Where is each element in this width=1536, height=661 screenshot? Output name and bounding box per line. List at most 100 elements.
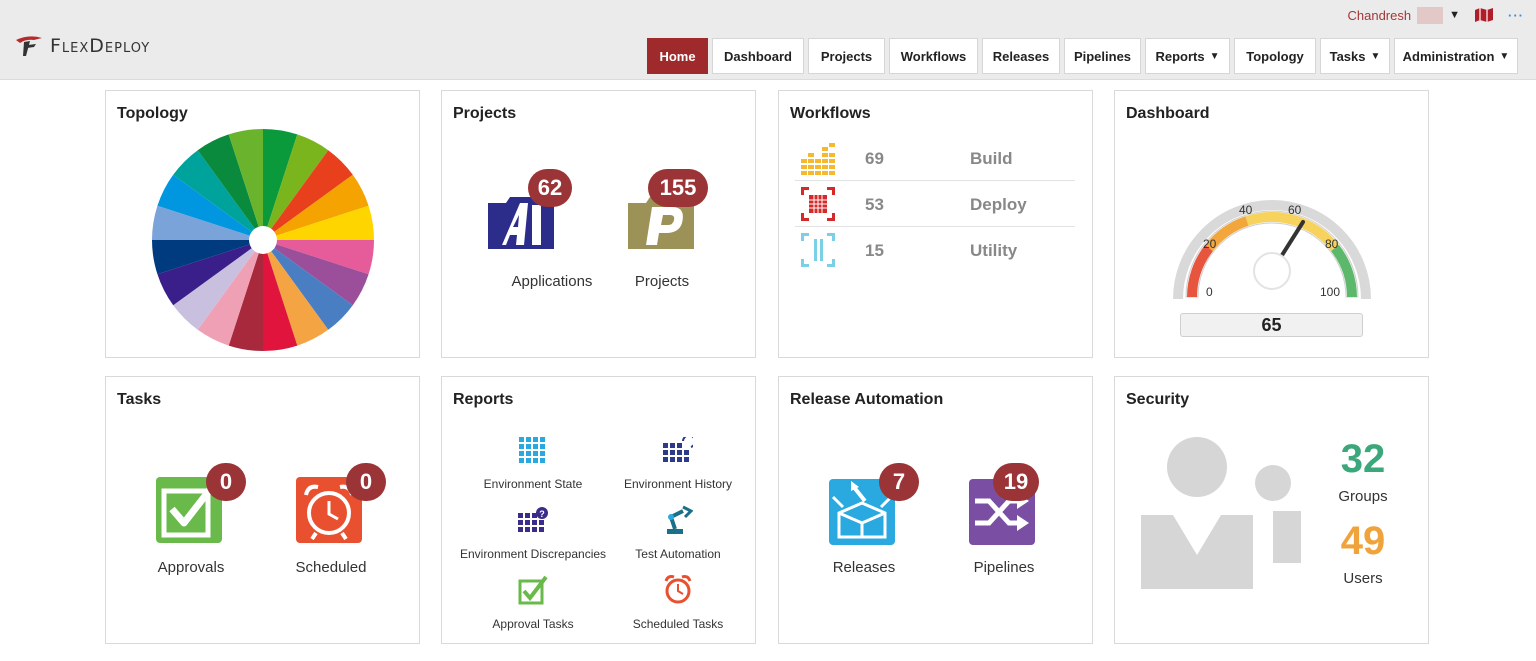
environment-state-icon — [519, 437, 545, 463]
applications-count-badge: 62 — [528, 169, 572, 207]
scheduled-tasks-icon — [664, 575, 692, 604]
flexdeploy-logo[interactable]: FlexDeploy — [14, 32, 150, 60]
reports-title: Reports — [453, 391, 514, 408]
tasks-tile[interactable]: Tasks 0 Approvals 0 Scheduled — [105, 376, 420, 644]
approval-tasks-icon — [518, 575, 548, 605]
nav-administration[interactable]: Administration ▼ — [1394, 38, 1518, 74]
security-title: Security — [1126, 391, 1190, 408]
projects-count-badge: 155 — [648, 169, 708, 207]
groups-count: 32 — [1340, 437, 1386, 481]
approvals-link[interactable]: 0 Approvals — [126, 457, 256, 587]
gauge-tick-40: 40 — [1239, 203, 1253, 217]
nav-workflows-label: Workflows — [900, 48, 967, 64]
test-automation-label: Test Automation — [635, 547, 721, 561]
nav-projects-label: Projects — [820, 48, 873, 64]
workflow-row-utility[interactable]: 15 Utility — [795, 229, 1075, 273]
build-icon — [801, 143, 835, 175]
environment-history-label: Environment History — [623, 477, 733, 491]
gauge-tick-100: 100 — [1320, 285, 1341, 299]
workflow-divider — [795, 180, 1075, 181]
report-test-automation[interactable]: Test Automation — [593, 505, 763, 563]
nav-home[interactable]: Home — [647, 38, 708, 74]
test-automation-icon — [667, 505, 693, 534]
user-avatar — [1417, 6, 1444, 24]
gauge-tick-0: 0 — [1206, 285, 1213, 299]
deploy-count: 53 — [865, 195, 884, 214]
gauge-tick-80: 80 — [1325, 237, 1339, 251]
flexdeploy-logo-icon — [16, 36, 42, 56]
approvals-count-badge: 0 — [206, 463, 246, 501]
releases-link[interactable]: 7 Releases — [799, 457, 929, 587]
projects-link[interactable]: 155 Projects — [612, 169, 742, 301]
topology-wheel-icon — [152, 129, 374, 351]
nav-topology-label: Topology — [1246, 48, 1304, 64]
tasks-title: Tasks — [117, 391, 162, 408]
deploy-icon — [801, 187, 835, 221]
dropdown-caret-icon: ▼ — [1209, 50, 1220, 62]
dropdown-caret-icon: ▼ — [1499, 50, 1510, 62]
user-bar: Chandresh ▼ ··· — [1348, 4, 1525, 26]
security-tile[interactable]: Security 32 Groups 49 Users — [1114, 376, 1429, 644]
more-icon[interactable]: ··· — [1508, 8, 1524, 23]
utility-count: 15 — [865, 241, 884, 260]
projects-label: Projects — [634, 273, 690, 290]
nav-pipelines[interactable]: Pipelines — [1064, 38, 1141, 74]
dashboard-tile[interactable]: Dashboard 0 20 40 60 80 100 65 — [1114, 90, 1429, 358]
gauge-icon — [1173, 200, 1371, 300]
projects-tile[interactable]: Projects 62 Applications 155 Projects — [441, 90, 756, 358]
projects-title: Projects — [453, 105, 517, 122]
release-automation-tile[interactable]: Release Automation 7 Releases 19 Pipelin… — [778, 376, 1093, 644]
workflow-row-deploy[interactable]: 53 Deploy — [795, 183, 1075, 227]
gauge-tick-20: 20 — [1203, 237, 1217, 251]
build-label: Build — [970, 149, 1013, 168]
approvals-label: Approvals — [157, 559, 225, 576]
workflows-tile[interactable]: Workflows 69 Build 53 Deploy 15 Utility — [778, 90, 1093, 358]
environment-history-icon — [663, 437, 693, 462]
scheduled-tasks-label: Scheduled Tasks — [632, 617, 724, 631]
nav-dashboard[interactable]: Dashboard — [712, 38, 804, 74]
map-icon[interactable] — [1474, 7, 1494, 23]
groups-label: Groups — [1338, 488, 1388, 505]
scheduled-label: Scheduled — [295, 559, 367, 576]
scheduled-link[interactable]: 0 Scheduled — [266, 457, 396, 587]
svg-text:?: ? — [539, 509, 545, 519]
nav-pipelines-label: Pipelines — [1073, 48, 1132, 64]
utility-icon — [801, 233, 835, 267]
users-group-icon — [1141, 437, 1301, 589]
topology-title: Topology — [117, 105, 188, 122]
build-count: 69 — [865, 149, 884, 168]
environment-discrepancies-icon: ? — [518, 507, 548, 532]
nav-reports[interactable]: Reports ▼ — [1145, 38, 1230, 74]
report-environment-history[interactable]: Environment History — [593, 435, 763, 493]
dropdown-caret-icon: ▼ — [1370, 50, 1381, 62]
reports-tile[interactable]: Reports Environment State Environment Hi… — [441, 376, 756, 644]
nav-reports-label: Reports — [1155, 48, 1205, 64]
pipelines-link[interactable]: 19 Pipelines — [939, 457, 1069, 587]
nav-workflows[interactable]: Workflows — [889, 38, 978, 74]
nav-administration-label: Administration — [1402, 48, 1495, 64]
workflow-row-build[interactable]: 69 Build — [795, 137, 1075, 181]
topology-tile[interactable]: Topology — [105, 90, 420, 358]
topology-wheel-hub — [249, 226, 277, 254]
nav-topology[interactable]: Topology — [1234, 38, 1316, 74]
pipelines-label: Pipelines — [973, 559, 1035, 576]
gauge-value-box: 65 — [1180, 313, 1363, 337]
nav-releases[interactable]: Releases — [982, 38, 1060, 74]
nav-dashboard-label: Dashboard — [724, 48, 792, 64]
workflows-title: Workflows — [790, 105, 871, 122]
users-count: 49 — [1340, 519, 1386, 563]
gauge-tick-60: 60 — [1288, 203, 1302, 217]
app-header: FlexDeploy Chandresh ▼ ··· Home Dashboar… — [0, 0, 1536, 80]
workflow-divider — [795, 226, 1075, 227]
nav-home-label: Home — [659, 48, 696, 64]
pipelines-count-badge: 19 — [993, 463, 1039, 501]
nav-projects[interactable]: Projects — [808, 38, 885, 74]
nav-tasks-label: Tasks — [1329, 48, 1366, 64]
report-scheduled-tasks[interactable]: Scheduled Tasks — [593, 575, 763, 633]
scheduled-count-badge: 0 — [346, 463, 386, 501]
release-automation-title: Release Automation — [790, 391, 944, 408]
nav-tasks[interactable]: Tasks ▼ — [1320, 38, 1390, 74]
user-name[interactable]: Chandresh — [1348, 8, 1412, 23]
dropdown-caret-icon[interactable]: ▼ — [1449, 9, 1460, 21]
nav-releases-label: Releases — [992, 48, 1050, 64]
